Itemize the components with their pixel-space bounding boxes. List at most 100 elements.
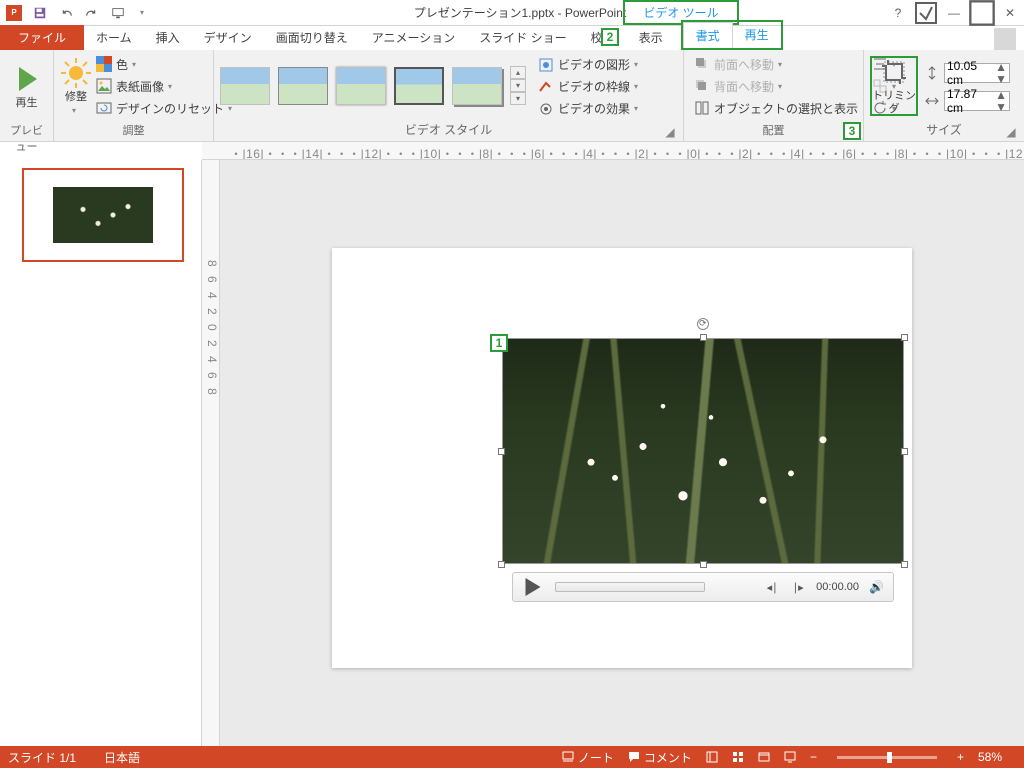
quick-access-toolbar: ▾ <box>28 2 156 24</box>
contextual-tabs: 書式 再生 <box>681 20 783 50</box>
group-label-styles: ビデオ スタイル◢ <box>220 119 677 141</box>
tab-slideshow[interactable]: スライド ショー <box>467 25 578 50</box>
tab-transitions[interactable]: 画面切り替え <box>264 25 360 50</box>
effects-icon <box>538 101 554 117</box>
selection-pane-icon <box>694 100 710 116</box>
zoom-slider[interactable] <box>837 756 937 759</box>
player-time: 00:00.00 <box>816 581 859 593</box>
callout-1: 1 <box>490 334 508 352</box>
undo-button[interactable] <box>54 2 78 24</box>
maximize-button[interactable] <box>968 2 996 24</box>
save-button[interactable] <box>28 2 52 24</box>
dialog-launcher-icon[interactable]: ◢ <box>1004 125 1018 139</box>
app-icon: P <box>6 5 22 21</box>
tab-playback[interactable]: 再生 <box>733 22 781 48</box>
zoom-level[interactable]: 58% <box>978 750 1002 764</box>
play-preview-button[interactable]: 再生 <box>6 52 47 120</box>
account-avatar[interactable] <box>994 28 1016 50</box>
main-area: 1 8 6 4 2 0 2 4 6 8 <box>0 160 1024 756</box>
resize-handle[interactable] <box>901 448 908 455</box>
player-volume-button[interactable]: 🔊 <box>869 580 885 594</box>
player-play-button[interactable] <box>521 577 545 597</box>
status-bar: スライド 1/1 日本語 ノート コメント − + 58% <box>0 746 1024 768</box>
video-object[interactable]: ◂∣ ∣▸ 00:00.00 🔊 <box>502 338 904 564</box>
rotate-handle[interactable] <box>697 318 709 330</box>
bring-forward-button[interactable]: 前面へ移動▾ <box>690 54 862 74</box>
resize-handle[interactable] <box>901 561 908 568</box>
play-icon <box>11 63 43 95</box>
ribbon-tabs: ファイル ホーム 挿入 デザイン 画面切り替え アニメーション スライド ショー… <box>0 26 1024 50</box>
group-label-adjust: 調整 <box>60 120 207 141</box>
corrections-button[interactable]: 修整 ▾ <box>60 52 92 120</box>
tab-file[interactable]: ファイル <box>0 25 84 50</box>
poster-icon <box>96 78 112 94</box>
tab-insert[interactable]: 挿入 <box>144 25 192 50</box>
send-backward-icon <box>694 78 710 94</box>
style-thumb[interactable] <box>452 67 502 105</box>
media-player-bar: ◂∣ ∣▸ 00:00.00 🔊 <box>512 572 894 602</box>
zoom-in-button[interactable]: + <box>957 750 964 764</box>
resize-handle[interactable] <box>498 561 505 568</box>
style-thumb[interactable] <box>278 67 328 105</box>
redo-button[interactable] <box>80 2 104 24</box>
close-button[interactable]: ✕ <box>996 2 1024 24</box>
style-gallery[interactable]: ▴▾▾ <box>220 60 526 111</box>
comments-button[interactable]: コメント <box>628 749 692 766</box>
status-language[interactable]: 日本語 <box>104 749 140 766</box>
group-video-styles: ▴▾▾ ビデオの図形▾ ビデオの枠線▾ ビデオの効果▾ ビデオ スタイル◢ <box>214 50 684 141</box>
group-label-preview: プレビュー <box>6 120 47 157</box>
ruler-vertical: 8 6 4 2 0 2 4 6 8 <box>202 160 220 756</box>
video-shape-button[interactable]: ビデオの図形▾ <box>534 55 646 75</box>
slide-thumbnail-panel: 1 <box>0 160 202 756</box>
send-backward-button[interactable]: 背面へ移動▾ <box>690 76 862 96</box>
height-input[interactable]: 10.05 cm▲▼ <box>944 63 1010 83</box>
tab-design[interactable]: デザイン <box>192 25 264 50</box>
player-step-forward-button[interactable]: ∣▸ <box>790 581 806 594</box>
resize-handle[interactable] <box>700 561 707 568</box>
slide[interactable]: ◂∣ ∣▸ 00:00.00 🔊 1 <box>332 248 912 668</box>
resize-handle[interactable] <box>700 334 707 341</box>
tab-animations[interactable]: アニメーション <box>360 25 468 50</box>
video-frame <box>502 338 904 564</box>
ruler-horizontal: ・|16|・・・|14|・・・|12|・・・|10|・・・|8|・・・|6|・・… <box>202 142 1024 160</box>
selection-pane-button[interactable]: オブジェクトの選択と表示 <box>690 98 862 118</box>
style-thumb[interactable] <box>220 67 270 105</box>
color-icon <box>96 56 112 72</box>
callout-3: 3 <box>843 122 861 140</box>
tab-format[interactable]: 書式 <box>683 22 733 48</box>
qat-more-button[interactable]: ▾ <box>132 2 156 24</box>
title-bar: P ▾ プレゼンテーション1.pptx - PowerPoint ? — ✕ <box>0 0 1024 26</box>
width-input[interactable]: 17.87 cm▲▼ <box>944 91 1010 111</box>
view-slideshow-button[interactable] <box>784 751 796 763</box>
view-sorter-button[interactable] <box>732 751 744 763</box>
start-from-beginning-button[interactable] <box>106 2 130 24</box>
view-reading-button[interactable] <box>758 751 770 763</box>
status-slide-count: スライド 1/1 <box>8 749 76 766</box>
style-thumb[interactable] <box>336 67 386 105</box>
ribbon: 再生 プレビュー 修整 ▾ 色▾ 表紙画像▾ デザインのリセット▾ 調整 <box>0 50 1024 142</box>
tab-view[interactable]: 表示 <box>627 25 675 50</box>
tab-home[interactable]: ホーム <box>84 25 144 50</box>
minimize-button[interactable]: — <box>940 2 968 24</box>
resize-handle[interactable] <box>498 448 505 455</box>
player-seek-track[interactable] <box>555 582 705 592</box>
resize-handle[interactable] <box>901 334 908 341</box>
width-icon <box>924 93 940 109</box>
slide-thumbnail[interactable] <box>22 168 184 262</box>
video-effects-button[interactable]: ビデオの効果▾ <box>534 99 646 119</box>
ribbon-options-button[interactable] <box>912 2 940 24</box>
gallery-scroll[interactable]: ▴▾▾ <box>510 66 526 105</box>
help-button[interactable]: ? <box>884 2 912 24</box>
reset-icon <box>96 100 112 116</box>
canvas[interactable]: ◂∣ ∣▸ 00:00.00 🔊 1 <box>220 160 1024 756</box>
video-border-button[interactable]: ビデオの枠線▾ <box>534 77 646 97</box>
zoom-out-button[interactable]: − <box>810 750 817 764</box>
crop-button[interactable]: トリミング <box>870 56 918 116</box>
style-thumb[interactable] <box>394 67 444 105</box>
group-label-size: サイズ◢ <box>870 119 1018 141</box>
dialog-launcher-icon[interactable]: ◢ <box>663 125 677 139</box>
callout-2: 2 <box>601 28 619 46</box>
player-step-back-button[interactable]: ◂∣ <box>764 581 780 594</box>
view-normal-button[interactable] <box>706 751 718 763</box>
notes-button[interactable]: ノート <box>562 749 614 766</box>
